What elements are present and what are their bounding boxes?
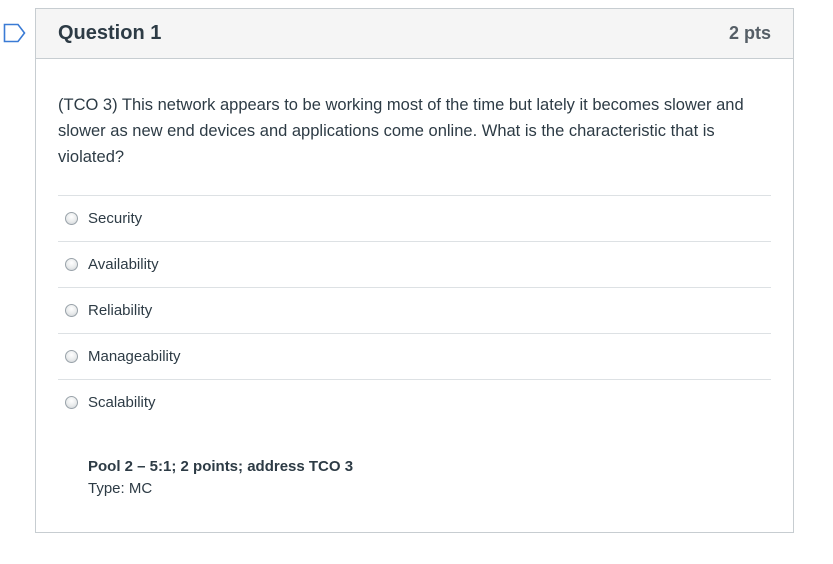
question-text: (TCO 3) This network appears to be worki… bbox=[58, 96, 744, 166]
question-meta: Pool 2 – 5:1; 2 points; address TCO 3 Ty… bbox=[88, 456, 353, 500]
answer-label[interactable]: Scalability bbox=[88, 394, 156, 411]
answer-option-reliability[interactable]: Reliability bbox=[58, 287, 771, 333]
answer-label[interactable]: Availability bbox=[88, 256, 159, 273]
radio-button[interactable] bbox=[65, 212, 78, 225]
answer-label[interactable]: Manageability bbox=[88, 348, 181, 365]
answer-label[interactable]: Security bbox=[88, 210, 142, 227]
question-points: 2 pts bbox=[728, 23, 771, 43]
radio-button[interactable] bbox=[65, 304, 78, 317]
answer-option-manageability[interactable]: Manageability bbox=[58, 333, 771, 379]
meta-type: Type: MC bbox=[88, 480, 153, 497]
radio-button[interactable] bbox=[65, 396, 78, 409]
answer-option-availability[interactable]: Availability bbox=[58, 241, 771, 287]
answer-option-scalability[interactable]: Scalability bbox=[58, 379, 771, 425]
question-header: Question 1 2 pts bbox=[36, 9, 793, 59]
question-card: Question 1 2 pts (TCO 3) This network ap… bbox=[35, 8, 794, 533]
radio-button[interactable] bbox=[65, 258, 78, 271]
answer-label[interactable]: Reliability bbox=[88, 302, 152, 319]
radio-button[interactable] bbox=[65, 350, 78, 363]
question-title: Question 1 bbox=[58, 22, 162, 44]
answer-list: Security Availability Reliability Manage… bbox=[58, 195, 771, 425]
meta-pool: Pool 2 – 5:1; 2 points; address TCO 3 bbox=[88, 458, 354, 475]
flag-question-icon[interactable] bbox=[3, 23, 27, 43]
answer-option-security[interactable]: Security bbox=[58, 195, 771, 241]
